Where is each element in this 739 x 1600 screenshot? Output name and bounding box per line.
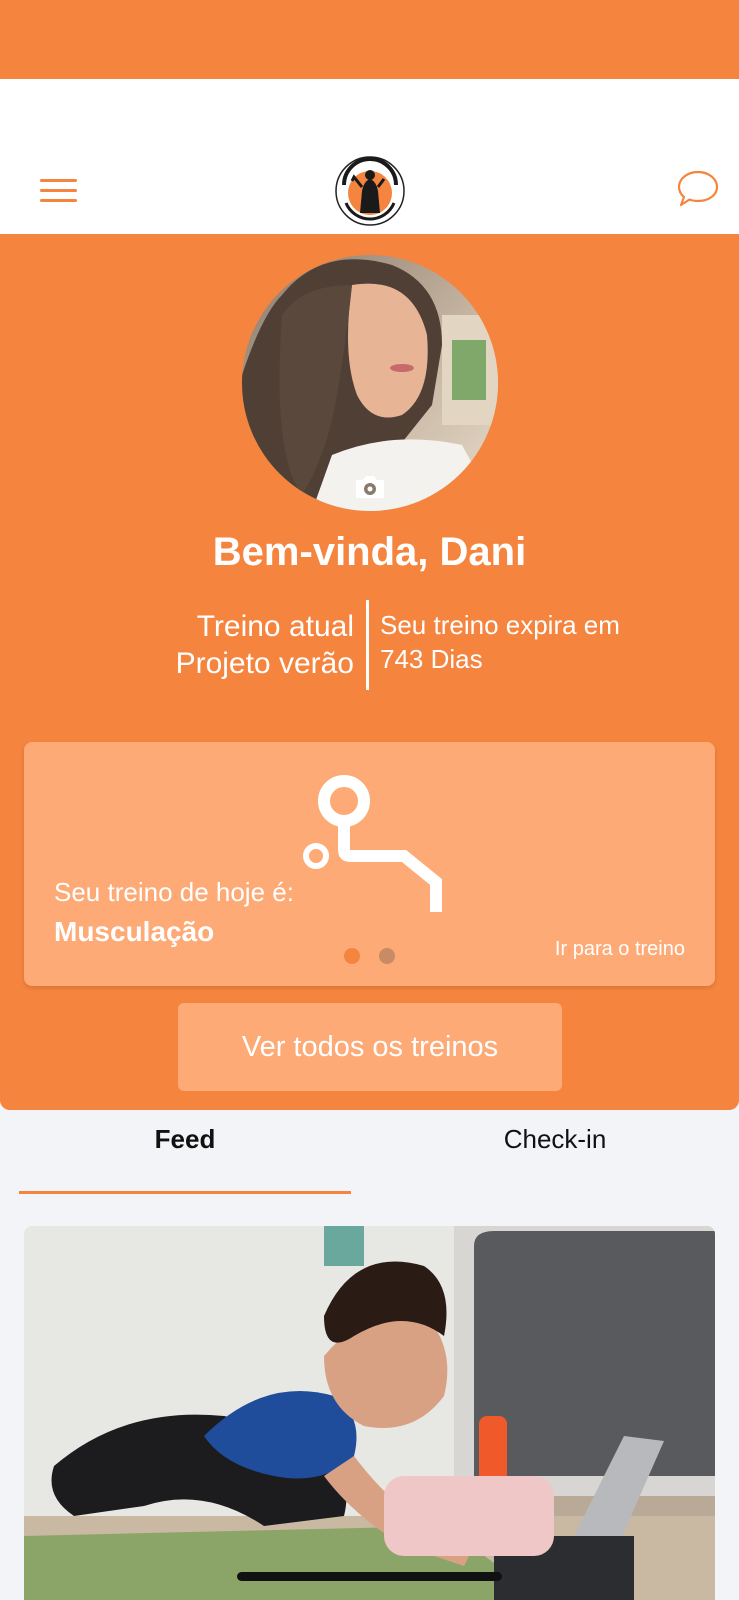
tab-feed[interactable]: Feed: [19, 1124, 351, 1155]
weight-bench-icon: [303, 775, 442, 912]
profile-hero: Bem-vinda, Dani Treino atual Projeto ver…: [0, 234, 739, 1110]
current-training: Treino atual Projeto verão: [176, 608, 354, 682]
go-to-workout-link[interactable]: Ir para o treino: [555, 938, 685, 961]
today-workout-card[interactable]: Seu treino de hoje é: Musculação Ir para…: [24, 742, 715, 986]
tab-check-in[interactable]: Check-in: [390, 1124, 720, 1155]
today-workout-label: Seu treino de hoje é:: [54, 877, 294, 907]
feed-post-image[interactable]: [24, 1226, 715, 1600]
current-training-label: Treino atual: [196, 610, 354, 643]
training-expiry: Seu treino expira em 743 Dias: [380, 608, 620, 676]
expiry-value: 743 Dias: [380, 644, 483, 674]
profile-avatar[interactable]: [242, 255, 498, 511]
menu-button[interactable]: [40, 179, 78, 205]
hamburger-line: [40, 199, 77, 202]
hamburger-menu-icon: [40, 179, 77, 182]
current-training-name: Projeto verão: [175, 647, 354, 680]
active-tab-indicator: [19, 1191, 351, 1194]
expiry-label: Seu treino expira em: [380, 610, 620, 640]
carousel-dot-active[interactable]: [344, 948, 360, 964]
view-all-workouts-button[interactable]: Ver todos os treinos: [178, 1003, 562, 1091]
camera-icon[interactable]: [353, 474, 387, 500]
hamburger-line: [40, 189, 77, 192]
chat-bubble-icon[interactable]: [676, 169, 720, 209]
top-navigation-bar: [0, 79, 739, 234]
welcome-title: Bem-vinda, Dani: [212, 530, 527, 574]
today-workout-name: Musculação: [54, 916, 215, 947]
status-bar: [0, 0, 739, 79]
divider: [366, 600, 369, 690]
brand-logo: [335, 156, 405, 226]
home-indicator: [237, 1572, 502, 1581]
carousel-dot[interactable]: [379, 948, 395, 964]
